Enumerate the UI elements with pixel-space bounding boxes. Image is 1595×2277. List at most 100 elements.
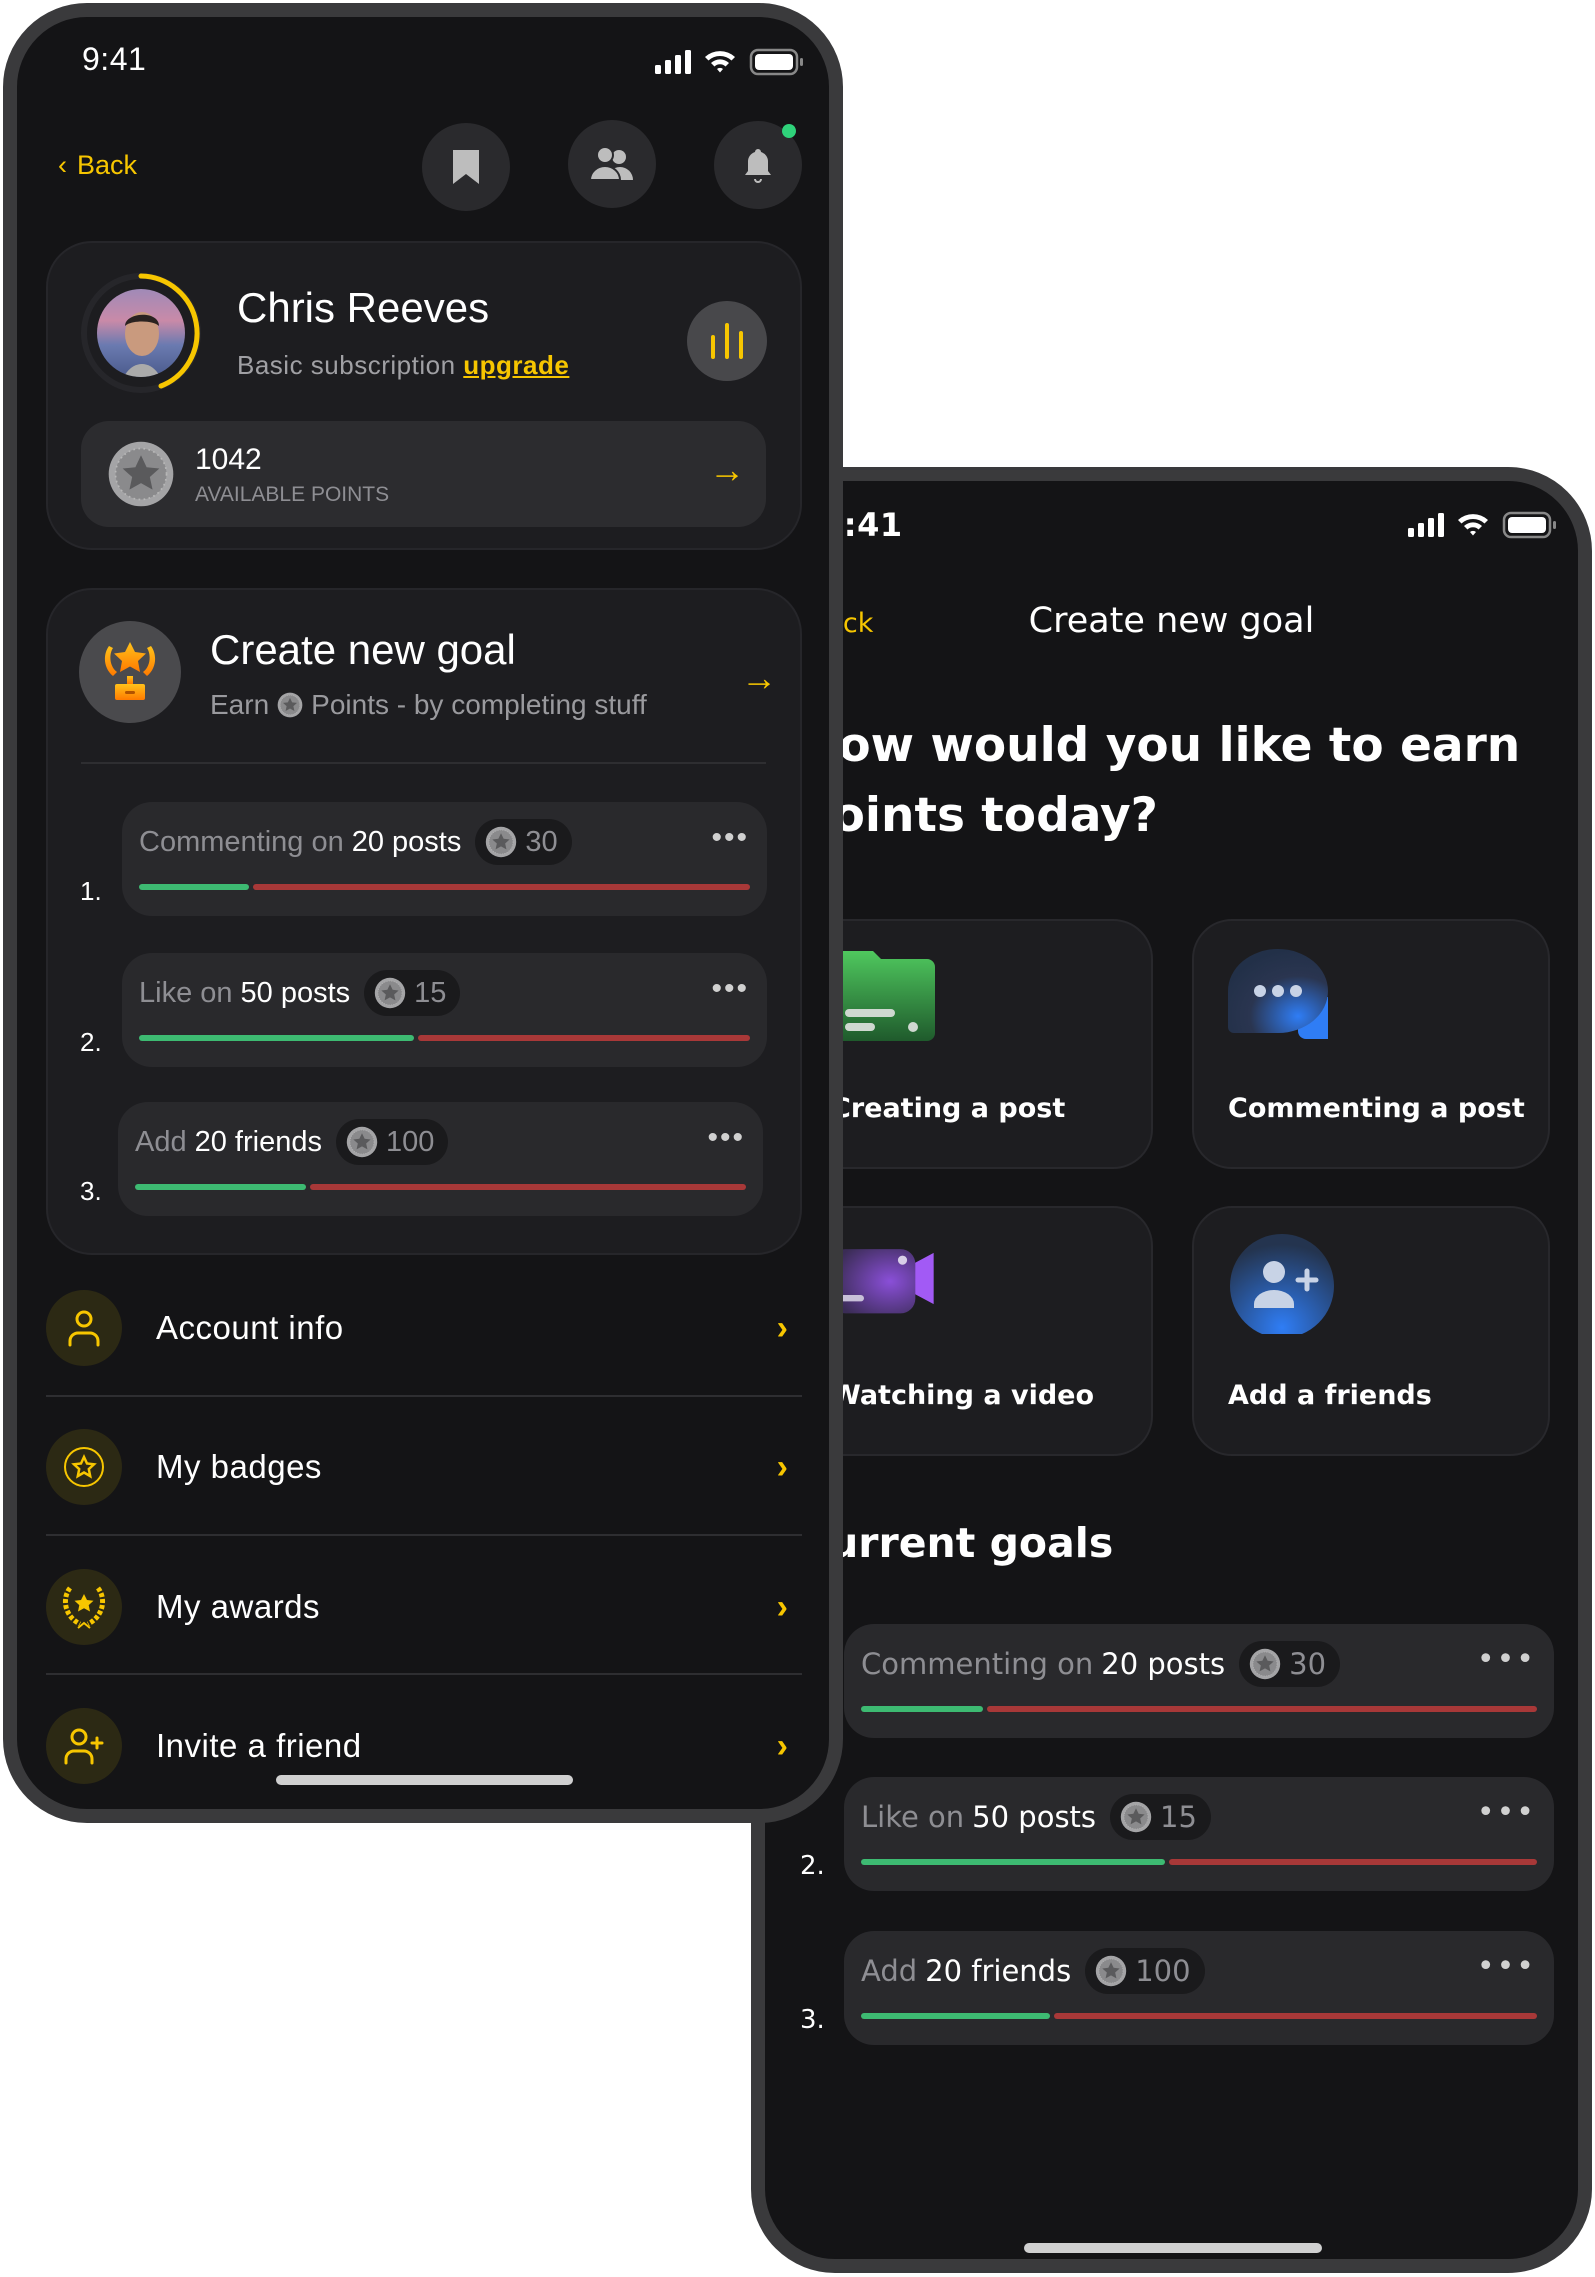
coin-icon — [485, 826, 517, 858]
more-options-icon[interactable]: ••• — [1477, 1952, 1536, 1982]
earn-heading: How would you like to earn points today? — [799, 711, 1520, 851]
menu-item-my-badges[interactable]: My badges › — [46, 1407, 802, 1527]
option-commenting-post[interactable]: Commenting a post — [1192, 919, 1550, 1169]
coin-icon — [1095, 1955, 1127, 1987]
goal-target: 20 posts — [1101, 1647, 1226, 1681]
goal-title: Commenting on 20 posts 30 — [861, 1641, 1341, 1687]
goal-action: Commenting on — [139, 825, 344, 858]
menu-item-account-info[interactable]: Account info › — [46, 1268, 802, 1388]
goal-number: 2. — [80, 1027, 102, 1057]
more-options-icon[interactable]: ••• — [1477, 1645, 1536, 1675]
divider — [81, 762, 766, 764]
add-friend-icon — [1230, 1234, 1334, 1334]
coin-icon — [1120, 1801, 1152, 1833]
home-indicator[interactable] — [1024, 2243, 1322, 2253]
friends-button[interactable] — [568, 120, 656, 208]
progress-done — [861, 1706, 983, 1712]
menu-item-my-awards[interactable]: My awards › — [46, 1547, 802, 1667]
goal-action: Like on — [139, 976, 233, 1009]
divider — [46, 1534, 802, 1536]
goal-title: Add 20 friends 100 — [861, 1948, 1205, 1994]
goal-progress-bar — [861, 1859, 1537, 1865]
create-goal-title[interactable]: Create new goal — [210, 626, 516, 674]
goal-item[interactable]: Commenting on 20 posts 30 ••• — [122, 802, 767, 916]
profile-phone: 9:41 ‹ Back Chris Reeves Basic subscripti… — [3, 3, 843, 1823]
goal-progress-bar — [861, 1706, 1537, 1712]
option-add-friends[interactable]: Add a friends — [1192, 1206, 1550, 1456]
goal-title: Commenting on 20 posts 30 — [139, 819, 572, 865]
goal-item[interactable]: Like on 50 posts 15 ••• — [122, 953, 767, 1067]
goal-action: Add — [861, 1954, 918, 1988]
goal-item[interactable]: Add 20 friends 100 ••• — [118, 1102, 763, 1216]
goal-action: Commenting on — [861, 1647, 1094, 1681]
goal-target: 50 posts — [972, 1800, 1097, 1834]
badge-icon — [46, 1429, 122, 1505]
coin-icon — [374, 977, 406, 1009]
goal-number: 3. — [800, 2005, 825, 2035]
menu-item-invite-friend[interactable]: Invite a friend › — [46, 1686, 802, 1806]
more-options-icon[interactable]: ••• — [711, 974, 749, 1004]
points-value: 1042 — [195, 443, 262, 476]
goal-action: Like on — [861, 1800, 965, 1834]
current-goals-title: Current goals — [799, 1519, 1114, 1567]
goal-points: 15 — [1160, 1800, 1197, 1834]
goal-points-pill: 100 — [335, 1119, 449, 1165]
bookmark-button[interactable] — [422, 123, 510, 211]
avatar[interactable] — [80, 272, 202, 394]
goal-points: 30 — [525, 825, 558, 858]
back-label: Back — [77, 150, 138, 180]
video-camera-icon — [831, 1249, 934, 1314]
upgrade-link[interactable]: upgrade — [463, 350, 569, 380]
option-label: Creating a post — [831, 1093, 1066, 1124]
more-options-icon[interactable]: ••• — [1477, 1798, 1536, 1828]
divider — [46, 1673, 802, 1675]
option-label: Add a friends — [1228, 1380, 1432, 1411]
divider — [46, 1395, 802, 1397]
heading-line-2: points today? — [799, 788, 1158, 843]
heading-line-1: How would you like to earn — [799, 718, 1521, 773]
option-creating-post[interactable]: Creating a post — [795, 919, 1153, 1169]
goal-item[interactable]: Add 20 friends 100 ••• — [844, 1931, 1554, 2045]
goal-progress-bar — [139, 1035, 750, 1041]
chat-bubble-icon — [1228, 949, 1328, 1039]
goal-points: 100 — [1135, 1954, 1191, 1988]
points-row[interactable]: 1042 AVAILABLE POINTS → — [81, 421, 766, 527]
goal-points-pill: 30 — [475, 819, 572, 865]
coin-icon — [1249, 1648, 1281, 1680]
progress-done — [139, 884, 249, 890]
goal-item[interactable]: Like on 50 posts 15 ••• — [844, 1777, 1554, 1891]
subscription-line: Basic subscription upgrade — [237, 350, 569, 381]
stats-button[interactable] — [687, 301, 767, 381]
more-options-icon[interactable]: ••• — [711, 823, 749, 853]
goal-points-pill: 15 — [1110, 1794, 1211, 1840]
goal-progress-bar — [135, 1184, 746, 1190]
user-icon — [46, 1290, 122, 1366]
goal-points: 30 — [1289, 1647, 1327, 1681]
menu-label: My awards — [156, 1588, 321, 1625]
friends-icon — [589, 146, 633, 181]
goal-action: Add — [135, 1125, 187, 1158]
back-button[interactable]: ‹ Back — [58, 150, 137, 181]
chevron-right-icon: › — [776, 1447, 788, 1486]
option-label: Watching a video — [831, 1380, 1095, 1411]
laurel-icon — [46, 1569, 122, 1645]
coin-icon — [277, 692, 303, 718]
page-title: Create new goal — [1028, 601, 1315, 641]
home-indicator[interactable] — [276, 1775, 573, 1785]
menu-label: Account info — [156, 1309, 344, 1346]
goal-item[interactable]: Commenting on 20 posts 30 ••• — [844, 1624, 1554, 1738]
more-options-icon[interactable]: ••• — [707, 1123, 745, 1153]
progress-remaining — [252, 884, 750, 890]
coin-icon — [107, 440, 175, 508]
goal-points-pill: 15 — [364, 970, 461, 1016]
create-goal-arrow-icon[interactable]: → — [741, 657, 777, 699]
goal-points: 100 — [385, 1125, 435, 1158]
option-label: Commenting a post — [1228, 1093, 1525, 1124]
trophy-icon — [104, 642, 156, 700]
create-goal-subtitle: Earn Points - by completing stuff — [210, 689, 647, 721]
option-watching-video[interactable]: Watching a video — [795, 1206, 1153, 1456]
menu-label: Invite a friend — [156, 1727, 362, 1764]
goal-title: Like on 50 posts 15 — [139, 970, 461, 1016]
progress-remaining — [986, 1706, 1537, 1712]
goal-title: Like on 50 posts 15 — [861, 1794, 1211, 1840]
